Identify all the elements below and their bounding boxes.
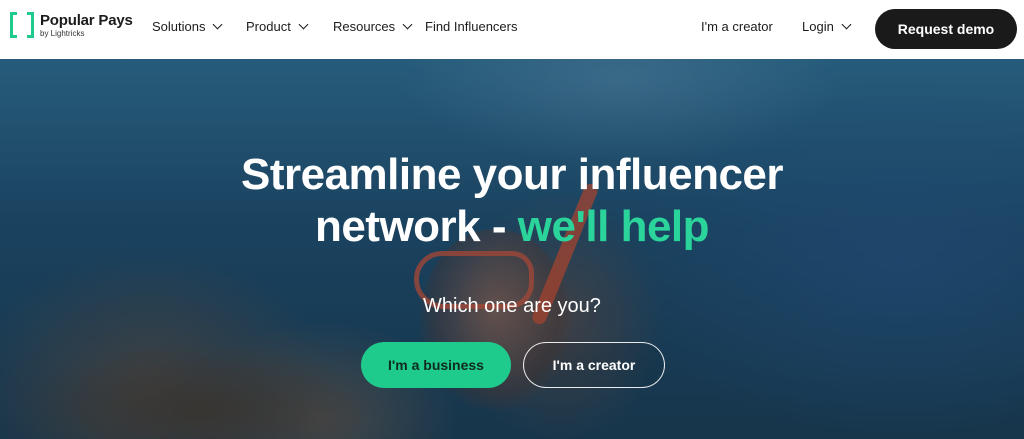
- nav-product-label: Product: [246, 19, 291, 34]
- headline-line-1: Streamline your influencer: [240, 150, 784, 199]
- chevron-down-icon: [213, 19, 223, 30]
- hero-question: Which one are you?: [423, 295, 601, 317]
- nav-find-influencers-label: Find Influencers: [425, 19, 518, 34]
- nav-product[interactable]: Product: [246, 19, 309, 34]
- im-a-business-button[interactable]: I'm a business: [361, 342, 511, 388]
- nav-resources[interactable]: Resources: [333, 19, 413, 34]
- nav-im-a-creator-label: I'm a creator: [701, 19, 773, 34]
- hero-headline: Streamline your influencer network - we'…: [0, 149, 1024, 253]
- chevron-down-icon: [298, 19, 309, 30]
- request-demo-button[interactable]: Request demo: [875, 9, 1017, 49]
- logo-bracket-icon: [10, 12, 34, 38]
- headline-accent: we'll help: [517, 202, 710, 251]
- logo-title: Popular Pays: [40, 12, 133, 29]
- im-a-creator-button[interactable]: I'm a creator: [523, 342, 665, 388]
- nav-solutions[interactable]: Solutions: [152, 19, 223, 34]
- nav-login[interactable]: Login: [802, 19, 852, 34]
- nav-login-label: Login: [802, 19, 834, 34]
- hero-section: Streamline your influencer network - we'…: [0, 59, 1024, 439]
- chevron-down-icon: [402, 19, 413, 30]
- logo[interactable]: Popular Pays by Lightricks: [10, 12, 133, 39]
- chevron-down-icon: [841, 19, 852, 30]
- logo-subtitle: by Lightricks: [40, 29, 85, 38]
- nav-solutions-label: Solutions: [152, 19, 206, 34]
- nav-find-influencers[interactable]: Find Influencers: [425, 19, 518, 34]
- nav-resources-label: Resources: [333, 19, 396, 34]
- headline-line-2: network -: [314, 202, 518, 251]
- nav-im-a-creator[interactable]: I'm a creator: [701, 19, 773, 34]
- top-nav: Popular Pays by Lightricks Solutions Pro…: [0, 0, 1024, 59]
